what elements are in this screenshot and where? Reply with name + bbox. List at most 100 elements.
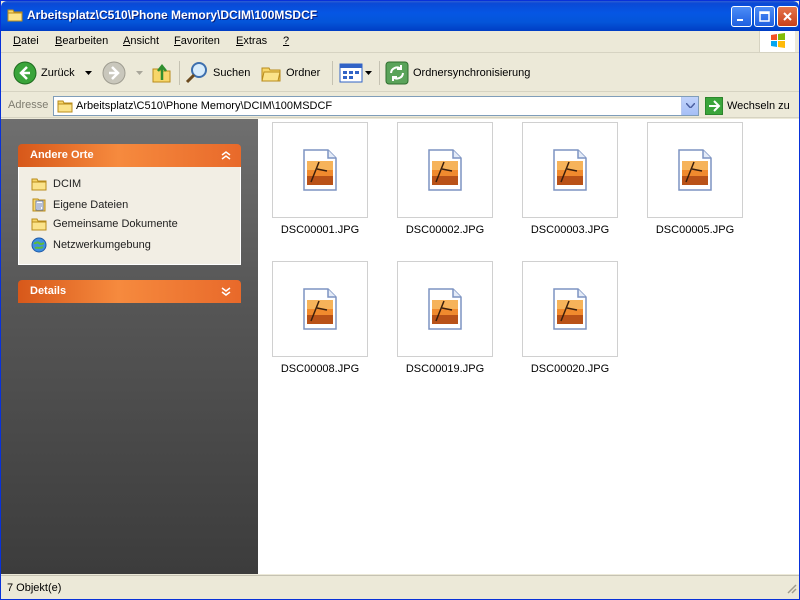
back-label: Zurück xyxy=(41,67,75,79)
menu-extras[interactable]: Extras xyxy=(236,35,267,47)
folders-label: Ordner xyxy=(286,67,321,79)
folder-icon xyxy=(57,99,73,116)
menu-key: F xyxy=(174,35,181,47)
place-link-gemeinsame-dokumente[interactable]: Gemeinsame Dokumente xyxy=(31,217,178,231)
title-bar[interactable]: Arbeitsplatz\C510\Phone Memory\DCIM\100M… xyxy=(1,1,799,31)
documents-icon xyxy=(32,198,46,212)
folder-sync-label: Ordnersynchronisierung xyxy=(413,67,531,79)
explorer-window: Arbeitsplatz\C510\Phone Memory\DCIM\100M… xyxy=(0,0,800,600)
address-dropdown-button[interactable] xyxy=(681,97,698,115)
file-thumbnail xyxy=(397,261,493,357)
place-link-netzwerkumgebung[interactable]: Netzwerkumgebung xyxy=(31,237,151,253)
menu-label: xtras xyxy=(243,35,268,47)
menu-key: ? xyxy=(283,35,290,47)
jpeg-image-icon xyxy=(428,149,462,191)
file-thumbnail xyxy=(397,122,493,218)
place-link-label: DCIM xyxy=(53,178,82,190)
folder-icon xyxy=(31,178,47,191)
file-item[interactable]: DSC00005.JPG xyxy=(633,119,753,249)
jpeg-image-icon xyxy=(303,149,337,191)
file-item[interactable]: DSC00001.JPG xyxy=(258,119,378,249)
jpeg-image-icon xyxy=(678,149,712,191)
go-button[interactable]: Wechseln zu xyxy=(705,97,790,115)
file-thumbnail xyxy=(522,122,618,218)
views-button[interactable] xyxy=(339,60,372,86)
address-value: Arbeitsplatz\C510\Phone Memory\DCIM\100M… xyxy=(76,100,333,112)
window-title: Arbeitsplatz\C510\Phone Memory\DCIM\100M… xyxy=(27,8,318,22)
file-thumbnail xyxy=(272,122,368,218)
back-button[interactable]: Zurück xyxy=(13,60,92,86)
file-item[interactable]: DSC00019.JPG xyxy=(383,258,503,388)
search-label: Suchen xyxy=(213,67,251,79)
folders-button[interactable]: Ordner xyxy=(260,60,320,86)
close-button[interactable] xyxy=(777,6,798,27)
chevron-down-icon xyxy=(686,103,695,108)
address-label: Adresse xyxy=(8,99,49,111)
place-link-label: Gemeinsame Dokumente xyxy=(53,218,178,230)
file-name: DSC00002.JPG xyxy=(405,224,485,236)
chevron-down-icon xyxy=(365,71,372,75)
details-header[interactable]: Details xyxy=(18,280,241,303)
menu-label: earbeiten xyxy=(62,35,109,47)
menu-bearbeiten[interactable]: Bearbeiten xyxy=(55,35,108,47)
maximize-button[interactable] xyxy=(754,6,775,27)
search-button[interactable]: Suchen xyxy=(185,60,250,86)
forward-button[interactable] xyxy=(102,60,143,86)
search-icon xyxy=(185,62,207,84)
views-icon xyxy=(339,63,363,83)
file-item[interactable]: DSC00020.JPG xyxy=(508,258,628,388)
place-link-eigene-dateien[interactable]: Eigene Dateien xyxy=(31,197,128,213)
menu-label: avoriten xyxy=(180,35,220,47)
menu-favoriten[interactable]: Favoriten xyxy=(174,35,220,47)
standard-toolbar: Zurück Suchen Ordner Ordnersynchronisier… xyxy=(1,54,799,92)
menu-ansicht[interactable]: Ansicht xyxy=(123,35,159,47)
file-name: DSC00005.JPG xyxy=(655,224,735,236)
menu-help[interactable]: ? xyxy=(283,35,289,47)
file-thumbnail xyxy=(647,122,743,218)
file-name: DSC00019.JPG xyxy=(405,363,485,375)
place-link-label: Netzwerkumgebung xyxy=(53,239,151,251)
folders-icon xyxy=(261,67,281,82)
collapse-chevron-icon[interactable] xyxy=(219,148,233,165)
menu-datei[interactable]: Datei xyxy=(13,35,39,47)
place-link-label: Eigene Dateien xyxy=(53,199,129,211)
file-name: DSC00003.JPG xyxy=(530,224,610,236)
object-count: 7 Objekt(e) xyxy=(7,582,62,594)
jpeg-image-icon xyxy=(303,288,337,330)
details-title: Details xyxy=(30,285,67,297)
toolbar-separator xyxy=(332,61,333,85)
file-item[interactable]: DSC00003.JPG xyxy=(508,119,628,249)
go-arrow-icon xyxy=(705,97,723,115)
maximize-icon xyxy=(759,11,770,22)
folder-icon xyxy=(31,218,47,231)
jpeg-image-icon xyxy=(428,288,462,330)
menu-bar: Datei Bearbeiten Ansicht Favoriten Extra… xyxy=(1,31,799,53)
file-item[interactable]: DSC00008.JPG xyxy=(258,258,378,388)
other-places-header[interactable]: Andere Orte xyxy=(18,144,241,167)
other-places-panel: DCIM Eigene Dateien Gemeinsame Dokumente… xyxy=(18,167,241,265)
chevron-down-icon xyxy=(84,71,92,75)
expand-chevron-icon[interactable] xyxy=(219,284,233,301)
network-icon xyxy=(31,237,47,253)
other-places-title: Andere Orte xyxy=(30,149,94,161)
file-name: DSC00008.JPG xyxy=(280,363,360,375)
place-link-dcim[interactable]: DCIM xyxy=(31,177,81,191)
file-item[interactable]: DSC00002.JPG xyxy=(383,119,503,249)
up-folder-button[interactable] xyxy=(151,60,173,86)
status-bar: 7 Objekt(e) xyxy=(1,575,799,599)
toolbar-separator xyxy=(379,61,380,85)
minimize-button[interactable] xyxy=(731,6,752,27)
resize-grip-icon[interactable] xyxy=(785,582,797,597)
toolbar-separator xyxy=(179,61,180,85)
jpeg-image-icon xyxy=(553,288,587,330)
file-list-view[interactable]: DSC00001.JPG DSC00002.JPG DSC00003.JPG D… xyxy=(258,119,799,574)
windows-logo-icon xyxy=(759,31,795,52)
address-input[interactable]: Arbeitsplatz\C510\Phone Memory\DCIM\100M… xyxy=(53,96,699,116)
up-folder-icon xyxy=(152,63,171,83)
folder-sync-button[interactable]: Ordnersynchronisierung xyxy=(385,60,530,86)
file-thumbnail xyxy=(522,261,618,357)
jpeg-image-icon xyxy=(553,149,587,191)
address-bar: Adresse Arbeitsplatz\C510\Phone Memory\D… xyxy=(1,93,799,118)
file-thumbnail xyxy=(272,261,368,357)
go-label: Wechseln zu xyxy=(727,100,790,112)
